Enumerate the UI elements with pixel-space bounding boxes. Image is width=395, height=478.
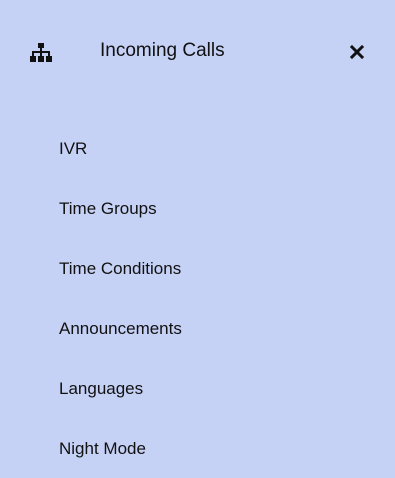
panel-header: Incoming Calls <box>0 0 395 92</box>
menu-item-label: Languages <box>59 379 144 398</box>
menu-item-languages[interactable]: Languages <box>0 366 395 412</box>
sitemap-icon <box>30 43 52 62</box>
menu-item-ivr[interactable]: IVR <box>0 126 395 172</box>
incoming-calls-panel: Incoming Calls IVR Time Groups Time Cond… <box>0 0 395 478</box>
menu-item-label: Night Mode <box>59 439 146 458</box>
menu-item-label: Announcements <box>59 319 182 338</box>
menu-item-time-conditions[interactable]: Time Conditions <box>0 246 395 292</box>
menu-item-label: Time Groups <box>59 199 157 218</box>
menu-item-time-groups[interactable]: Time Groups <box>0 186 395 232</box>
close-icon <box>349 44 365 60</box>
menu-item-label: Time Conditions <box>59 259 182 278</box>
close-button[interactable] <box>348 43 366 61</box>
menu-item-announcements[interactable]: Announcements <box>0 306 395 352</box>
panel-title: Incoming Calls <box>100 40 225 61</box>
menu-item-night-mode[interactable]: Night Mode <box>0 426 395 472</box>
menu-item-label: IVR <box>59 139 88 158</box>
